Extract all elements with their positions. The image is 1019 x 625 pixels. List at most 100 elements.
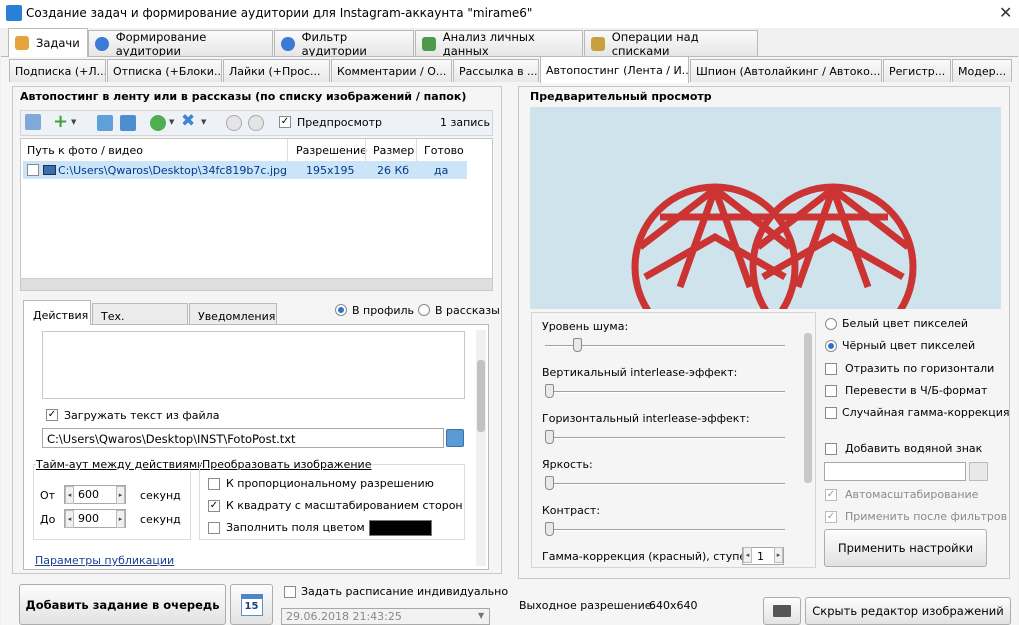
tab-filter[interactable]: Фильтр аудитории xyxy=(274,30,414,58)
check-icon[interactable] xyxy=(150,115,166,131)
calendar-button[interactable]: 15 xyxy=(230,584,273,625)
add-dropdown-icon[interactable]: ▼ xyxy=(71,118,76,126)
contrast-slider-thumb[interactable] xyxy=(545,522,554,536)
watermark-checkbox[interactable] xyxy=(825,443,837,455)
autoscale-checkbox: ✓ xyxy=(825,489,837,501)
heart-logo-image xyxy=(631,183,917,309)
subtab-autoposting[interactable]: Автопостинг (Лента / И... xyxy=(540,56,689,83)
tab-analysis[interactable]: Анализ личных данных xyxy=(415,30,583,58)
subtab-moderation[interactable]: Модер... xyxy=(952,59,1012,82)
col-divider xyxy=(416,139,417,161)
app-icon xyxy=(6,5,22,21)
brightness-slider-thumb[interactable] xyxy=(545,476,554,490)
watermark-browse-icon[interactable] xyxy=(969,462,988,481)
browse-folder-icon[interactable] xyxy=(446,429,464,447)
move-up-icon[interactable] xyxy=(226,115,242,131)
gamma-label: Гамма-коррекция (красный), ступени: xyxy=(542,550,765,563)
spinner-right-icon[interactable]: ▸ xyxy=(116,486,125,504)
add-icon[interactable]: + xyxy=(53,111,68,132)
add-task-button[interactable]: Добавить задание в очередь xyxy=(19,584,226,625)
tab-list-ops[interactable]: Операции над списками xyxy=(584,30,758,58)
horizontal-scrollbar[interactable] xyxy=(21,278,492,290)
flip-horizontal-checkbox[interactable] xyxy=(825,363,837,375)
folder-icon[interactable] xyxy=(97,115,113,131)
tab-actions[interactable]: Действия xyxy=(23,300,91,325)
spinner-left-icon[interactable]: ◂ xyxy=(65,486,74,504)
spinner-right-icon[interactable]: ▸ xyxy=(116,510,125,528)
subtab-unfollow[interactable]: Отписка (+Блоки... xyxy=(107,59,222,82)
media-button[interactable] xyxy=(763,597,801,625)
subtab-register[interactable]: Регистр... xyxy=(883,59,951,82)
radio-stories-label: В рассказы xyxy=(435,304,500,317)
subtab-likes[interactable]: Лайки (+Прос... xyxy=(223,59,330,82)
save-icon[interactable] xyxy=(120,115,136,131)
preview-checkbox[interactable]: ✓ xyxy=(279,116,291,128)
spinner-left-icon[interactable]: ◂ xyxy=(65,510,74,528)
col-path[interactable]: Путь к фото / видео xyxy=(27,144,143,157)
tasks-icon xyxy=(15,36,29,50)
timeout-unit: секунд xyxy=(140,489,181,502)
square-scale-label: К квадрату с масштабированием сторон xyxy=(226,499,463,512)
row-size: 26 Кб xyxy=(377,164,410,177)
analysis-icon xyxy=(422,36,436,51)
load-text-checkbox[interactable]: ✓ xyxy=(46,409,58,421)
col-ready[interactable]: Готово xyxy=(424,144,464,157)
fill-color-checkbox[interactable] xyxy=(208,522,220,534)
col-size[interactable]: Размер xyxy=(373,144,414,157)
close-icon[interactable]: ✕ xyxy=(999,3,1012,22)
watermark-input[interactable] xyxy=(824,462,966,481)
spinner-right-icon[interactable]: ▸ xyxy=(774,547,783,563)
subtab-follow[interactable]: Подписка (+Л... xyxy=(9,59,106,82)
delete-dropdown-icon[interactable]: ▼ xyxy=(201,118,206,126)
autoscale-label: Автомасштабирование xyxy=(845,488,979,501)
apply-settings-button[interactable]: Применить настройки xyxy=(824,529,987,567)
brightness-slider-track[interactable] xyxy=(545,483,785,485)
output-resolution-label: Выходное разрешение: xyxy=(519,599,656,612)
image-file-icon xyxy=(43,165,56,175)
check-dropdown-icon[interactable]: ▼ xyxy=(169,118,174,126)
preview-image xyxy=(530,107,1001,309)
chevron-down-icon[interactable]: ▼ xyxy=(478,611,484,620)
scrollbar-thumb[interactable] xyxy=(804,333,812,483)
contrast-slider-track[interactable] xyxy=(545,529,785,531)
col-resolution[interactable]: Разрешение xyxy=(296,144,367,157)
tab-tech-settings[interactable]: Тех. настройки xyxy=(92,303,188,336)
fill-color-label: Заполнить поля цветом xyxy=(226,521,365,534)
delete-icon[interactable]: ✖ xyxy=(181,111,195,131)
random-gamma-checkbox[interactable] xyxy=(825,407,837,419)
subtab-mailing[interactable]: Рассылка в ... xyxy=(453,59,539,82)
text-file-path-input[interactable]: C:\Users\Qwaros\Desktop\INST\FotoPost.tx… xyxy=(42,428,444,448)
row-checkbox[interactable] xyxy=(27,164,39,176)
post-text-area[interactable] xyxy=(42,331,465,399)
white-pixels-radio[interactable] xyxy=(825,318,837,330)
square-scale-checkbox[interactable]: ✓ xyxy=(208,500,220,512)
timeout-from-value: 600 xyxy=(78,488,99,501)
schedule-checkbox[interactable] xyxy=(284,586,296,598)
open-icon[interactable] xyxy=(25,114,41,130)
schedule-datetime[interactable]: 29.06.2018 21:43:25 xyxy=(281,608,490,625)
publish-params-link[interactable]: Параметры публикации xyxy=(35,554,174,567)
black-pixels-radio[interactable] xyxy=(825,340,837,352)
fill-color-swatch[interactable] xyxy=(369,520,432,536)
tab-notifications[interactable]: Уведомления xyxy=(189,303,277,325)
tab-tasks[interactable]: Задачи xyxy=(8,28,88,57)
noise-slider-thumb[interactable] xyxy=(572,338,582,352)
spinner-left-icon[interactable]: ◂ xyxy=(743,547,752,563)
scrollbar-thumb[interactable] xyxy=(477,360,485,432)
subtab-spy[interactable]: Шпион (Автолайкинг / Автоко... xyxy=(690,59,882,82)
grayscale-checkbox[interactable] xyxy=(825,385,837,397)
radio-profile[interactable] xyxy=(335,304,347,316)
vertical-interlace-slider-thumb[interactable] xyxy=(545,384,554,398)
transform-title: Преобразовать изображение xyxy=(202,458,372,471)
horizontal-interlace-slider-track[interactable] xyxy=(545,437,785,439)
timeout-from-label: От xyxy=(40,489,56,502)
hide-image-editor-button[interactable]: Скрыть редактор изображений xyxy=(805,597,1011,625)
subtab-comments[interactable]: Комментарии / О... xyxy=(331,59,452,82)
tab-audience[interactable]: Формирование аудитории xyxy=(88,30,273,58)
vertical-interlace-label: Вертикальный interlease-эффект: xyxy=(542,366,738,379)
proportional-checkbox[interactable] xyxy=(208,478,220,490)
horizontal-interlace-slider-thumb[interactable] xyxy=(545,430,554,444)
radio-stories[interactable] xyxy=(418,304,430,316)
move-down-icon[interactable] xyxy=(248,115,264,131)
vertical-interlace-slider-track[interactable] xyxy=(545,391,785,393)
